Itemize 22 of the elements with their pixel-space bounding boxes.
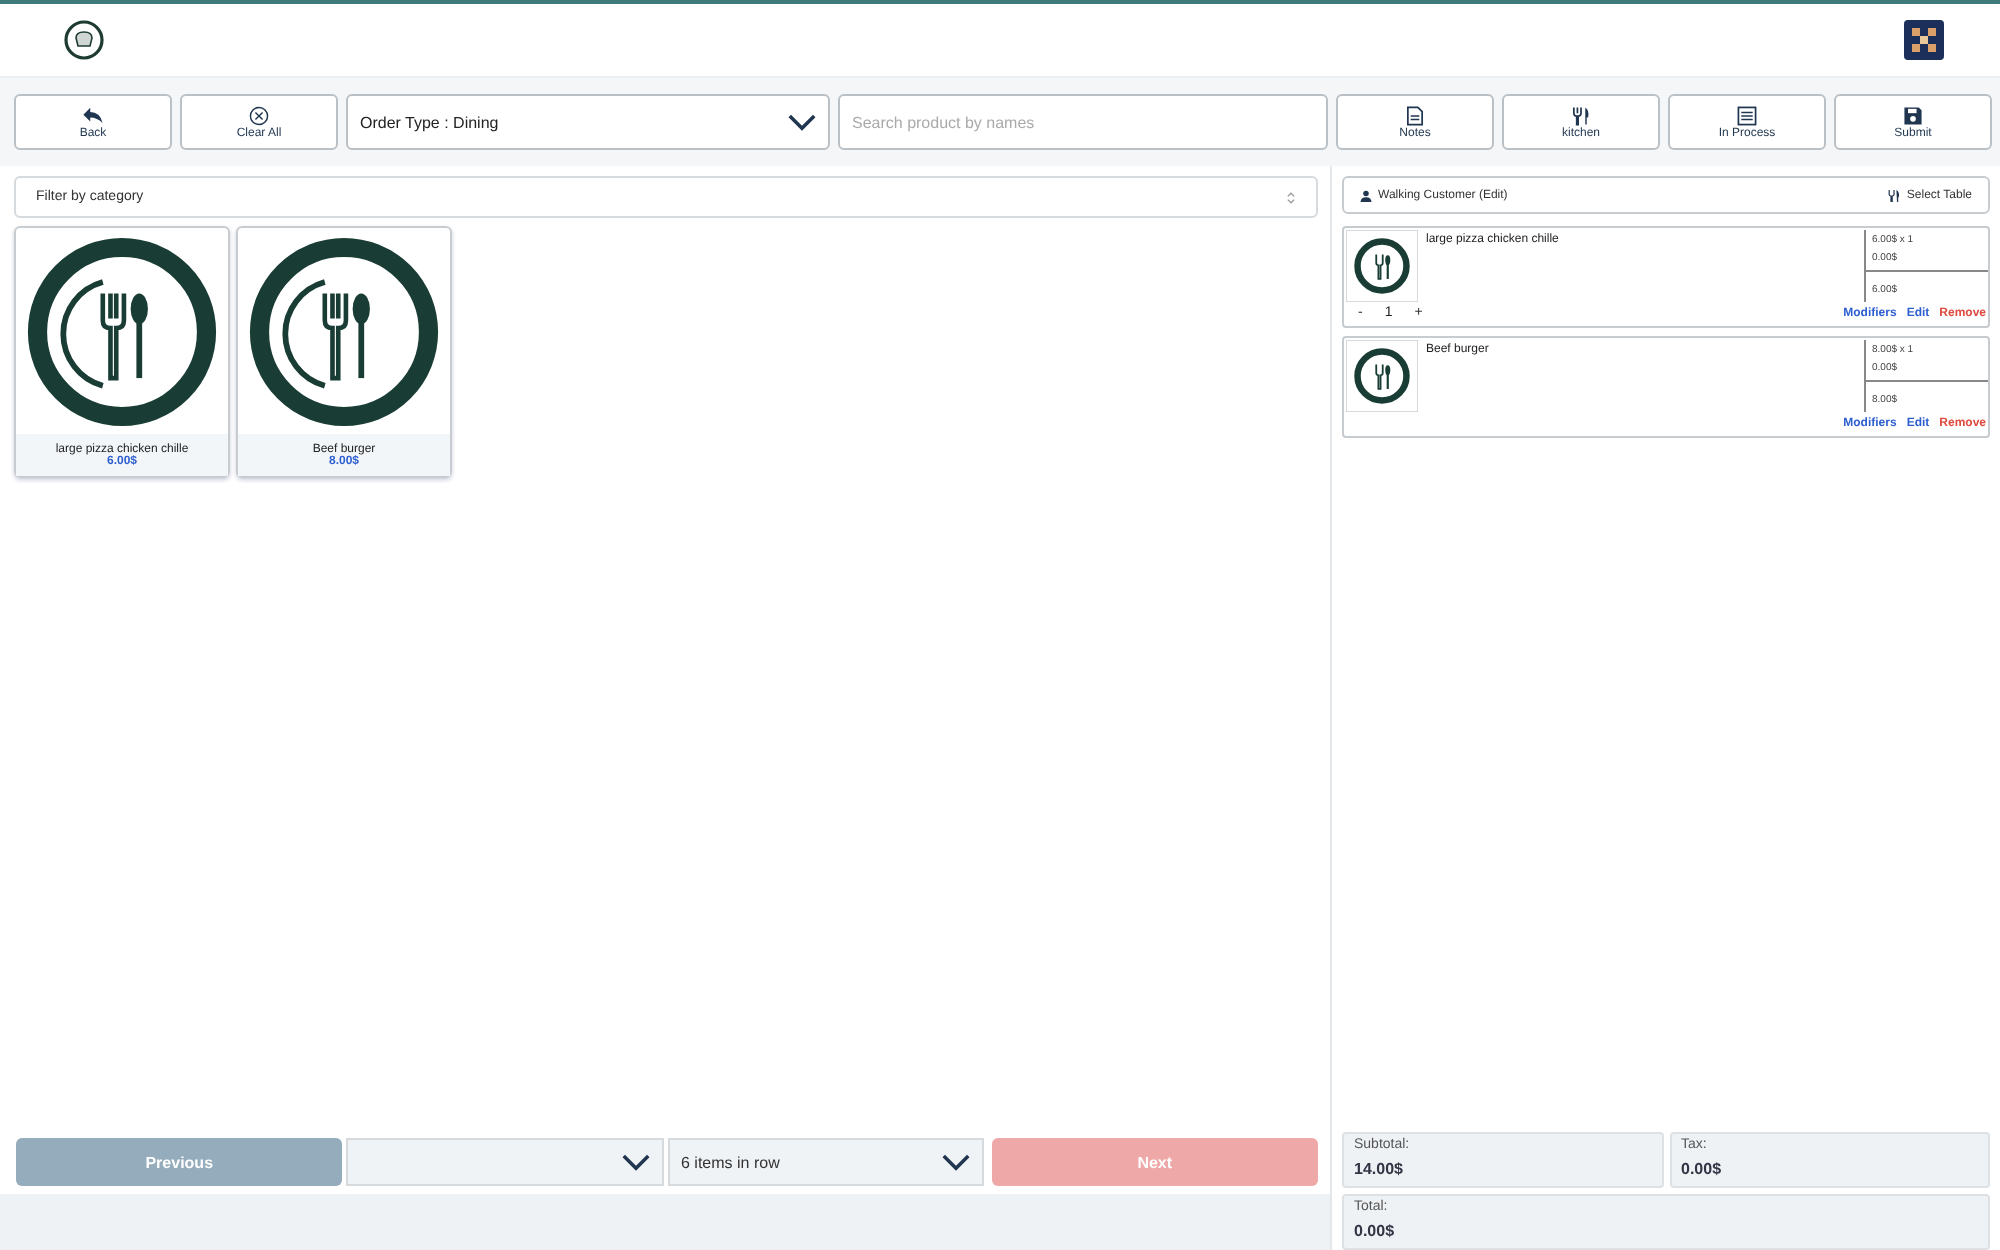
total-value: 14.00$ [1354, 1160, 1405, 1178]
chevron-down-icon [788, 113, 816, 131]
save-icon [1902, 105, 1924, 125]
chevron-down-icon [621, 1153, 649, 1171]
fork-knife-icon [1570, 105, 1592, 125]
order-type-select[interactable]: Order Type : Dining [346, 94, 830, 150]
avatar-icon[interactable] [1904, 20, 1944, 60]
total-value: 0.00$ [1681, 1160, 1724, 1178]
close-icon [248, 105, 270, 125]
plate-icon [26, 236, 218, 428]
document-icon [1404, 105, 1426, 125]
sort-icon [1286, 189, 1296, 205]
fork-knife-icon [1888, 189, 1901, 201]
list-icon [1736, 105, 1758, 125]
back-arrow-icon [82, 105, 104, 125]
search-field[interactable]: Search product by names [838, 94, 1328, 150]
chevron-down-icon [941, 1153, 970, 1171]
total-value: 0.00$ [1354, 1222, 1397, 1240]
items-per-row-select[interactable]: 6 items in row [667, 1138, 984, 1186]
plate-icon [248, 236, 440, 428]
person-icon [1360, 189, 1372, 201]
logo-icon [64, 20, 104, 60]
